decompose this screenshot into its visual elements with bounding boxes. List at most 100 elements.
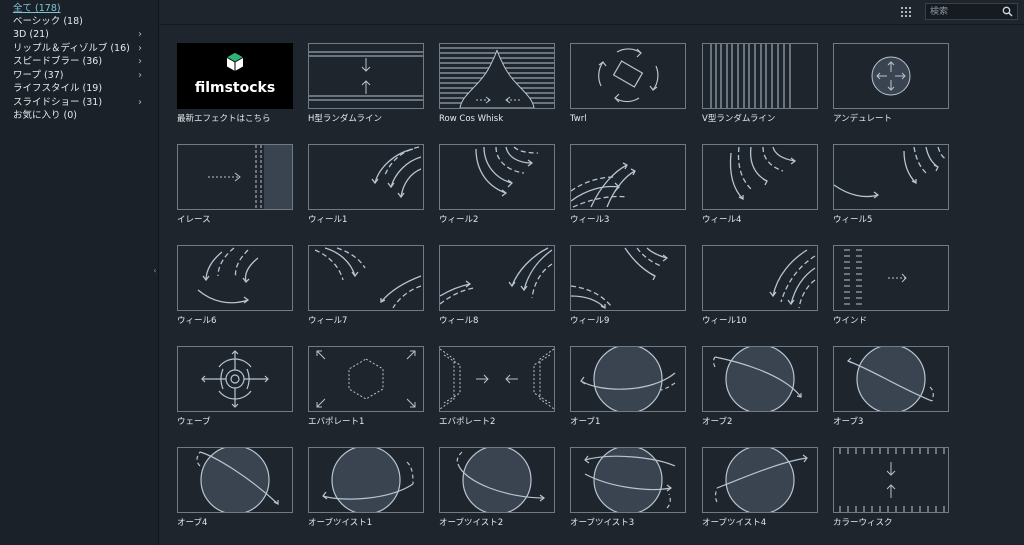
transition-tile-orb-1[interactable] bbox=[570, 346, 686, 412]
transition-tile-h-random-line[interactable] bbox=[308, 43, 424, 109]
transition-label: ウィール10 bbox=[702, 316, 747, 326]
transition-label: ウィール8 bbox=[439, 316, 479, 326]
category-basic[interactable]: ベーシック (18) bbox=[13, 15, 148, 28]
collapse-sidebar-icon[interactable]: ‹ bbox=[152, 264, 158, 278]
brand-wordmark: filmstocks bbox=[194, 80, 276, 96]
transition-tile-orb-twist-4[interactable] bbox=[702, 447, 818, 513]
transition-tile-orb-twist-3[interactable] bbox=[570, 447, 686, 513]
category-speed-blur[interactable]: スピードブラー (36) › bbox=[13, 55, 148, 68]
toolbar bbox=[159, 0, 1024, 25]
transition-tile-color-whisk[interactable] bbox=[833, 447, 949, 513]
transition-label: オーブツイスト3 bbox=[570, 518, 635, 528]
transition-label: ウィール6 bbox=[177, 316, 217, 326]
category-sidebar: 全て (178) ベーシック (18) 3D (21) › リップル＆ディゾルブ … bbox=[0, 0, 159, 545]
transition-tile-filmstocks[interactable]: filmstocks bbox=[177, 43, 293, 109]
category-label: リップル＆ディゾルブ (16) bbox=[13, 43, 130, 54]
wheel-icon bbox=[440, 247, 553, 305]
transition-tile-v-random-line[interactable] bbox=[702, 43, 818, 109]
category-slideshow[interactable]: スライドショー (31) › bbox=[13, 96, 148, 109]
category-label: お気に入り (0) bbox=[13, 110, 77, 121]
transition-label: Row Cos Whisk bbox=[439, 114, 504, 124]
transition-tile-wheel-1[interactable] bbox=[308, 144, 424, 210]
wheel-icon bbox=[314, 247, 422, 309]
transition-label: ウィール9 bbox=[570, 316, 610, 326]
transition-tile-erase[interactable] bbox=[177, 144, 293, 210]
transition-tile-orb-2[interactable] bbox=[702, 346, 818, 412]
transition-label: ウィール7 bbox=[308, 316, 348, 326]
transition-tile-wheel-10[interactable] bbox=[702, 245, 818, 311]
transition-tile-wind[interactable] bbox=[833, 245, 949, 311]
category-favorites[interactable]: お気に入り (0) bbox=[13, 109, 148, 122]
orb-icon bbox=[580, 347, 676, 411]
category-3d[interactable]: 3D (21) › bbox=[13, 28, 148, 41]
transition-tile-wheel-2[interactable] bbox=[439, 144, 555, 210]
transition-tile-wheel-4[interactable] bbox=[702, 144, 818, 210]
search-icon[interactable] bbox=[1002, 6, 1013, 17]
evaporate-icon bbox=[440, 348, 554, 410]
grid-view-icon[interactable] bbox=[899, 5, 913, 19]
transition-label: エバポレート2 bbox=[439, 417, 496, 427]
transition-tile-wave[interactable] bbox=[177, 346, 293, 412]
transition-tile-twirl[interactable] bbox=[570, 43, 686, 109]
transition-tile-orb-3[interactable] bbox=[833, 346, 949, 412]
color-whisk-icon bbox=[839, 448, 945, 512]
transition-label: ウインド bbox=[833, 316, 868, 326]
category-label: 3D (21) bbox=[13, 29, 49, 40]
chevron-right-icon[interactable]: › bbox=[138, 96, 142, 109]
transition-label: 最新エフェクトはこちら bbox=[177, 114, 271, 124]
twirl-icon bbox=[598, 48, 659, 103]
filmstocks-logo bbox=[226, 53, 244, 71]
chevron-right-icon[interactable]: › bbox=[138, 42, 142, 55]
category-label: 全て (178) bbox=[13, 3, 61, 14]
orb-twist-icon bbox=[456, 448, 545, 512]
transition-tile-wheel-9[interactable] bbox=[570, 245, 686, 311]
transition-tile-undulate[interactable] bbox=[833, 43, 949, 109]
transition-label: ウィール5 bbox=[833, 215, 873, 225]
transition-tile-wheel-8[interactable] bbox=[439, 245, 555, 311]
category-lifestyle[interactable]: ライフスタイル (19) bbox=[13, 82, 148, 95]
transition-tile-wheel-3[interactable] bbox=[570, 144, 686, 210]
category-ripple-dissolve[interactable]: リップル＆ディゾルブ (16) › bbox=[13, 42, 148, 55]
chevron-right-icon[interactable]: › bbox=[138, 55, 142, 68]
transition-tile-wheel-6[interactable] bbox=[177, 245, 293, 311]
transition-tile-evaporate-2[interactable] bbox=[439, 346, 555, 412]
transition-tile-orb-4[interactable] bbox=[177, 447, 293, 513]
transition-tile-wheel-7[interactable] bbox=[308, 245, 424, 311]
h-random-line-icon bbox=[309, 51, 423, 101]
category-all[interactable]: 全て (178) bbox=[13, 2, 148, 15]
transition-label: オーブツイスト4 bbox=[702, 518, 767, 528]
orb-icon bbox=[196, 448, 279, 512]
chevron-right-icon[interactable]: › bbox=[138, 28, 142, 41]
transition-label: ウェーブ bbox=[177, 417, 211, 427]
wheel-icon bbox=[571, 247, 669, 310]
wheel-icon bbox=[197, 247, 259, 304]
transition-tile-orb-twist-2[interactable] bbox=[439, 447, 555, 513]
category-label: スライドショー (31) bbox=[13, 97, 103, 108]
search-input[interactable] bbox=[928, 5, 1004, 18]
evaporate-icon bbox=[316, 350, 416, 408]
transition-label: オーブ2 bbox=[702, 417, 733, 427]
transition-label: カラーウィスク bbox=[833, 518, 893, 528]
chevron-right-icon[interactable]: › bbox=[138, 69, 142, 82]
transition-tile-evaporate-1[interactable] bbox=[308, 346, 424, 412]
transition-label: オーブツイスト2 bbox=[439, 518, 504, 528]
transition-label: オーブツイスト1 bbox=[308, 518, 373, 528]
search-box[interactable] bbox=[925, 3, 1018, 20]
transition-tile-orb-twist-1[interactable] bbox=[308, 447, 424, 513]
row-cos-whisk-icon bbox=[440, 47, 554, 108]
orb-twist-icon bbox=[714, 448, 808, 512]
category-warp[interactable]: ワープ (37) › bbox=[13, 69, 148, 82]
transition-label: エバポレート1 bbox=[308, 417, 365, 427]
category-label: ライフスタイル (19) bbox=[13, 83, 103, 94]
transition-label: ウィール2 bbox=[439, 215, 479, 225]
transition-label: オーブ1 bbox=[570, 417, 601, 427]
erase-icon bbox=[208, 145, 292, 209]
transition-label: ウィール4 bbox=[702, 215, 742, 225]
transition-label: オーブ3 bbox=[833, 417, 864, 427]
wind-icon bbox=[844, 249, 907, 305]
transition-label: オーブ4 bbox=[177, 518, 208, 528]
wave-icon bbox=[201, 350, 269, 408]
transition-tile-wheel-5[interactable] bbox=[833, 144, 949, 210]
v-random-line-icon bbox=[710, 44, 791, 108]
transition-tile-row-cos-whisk[interactable] bbox=[439, 43, 555, 109]
